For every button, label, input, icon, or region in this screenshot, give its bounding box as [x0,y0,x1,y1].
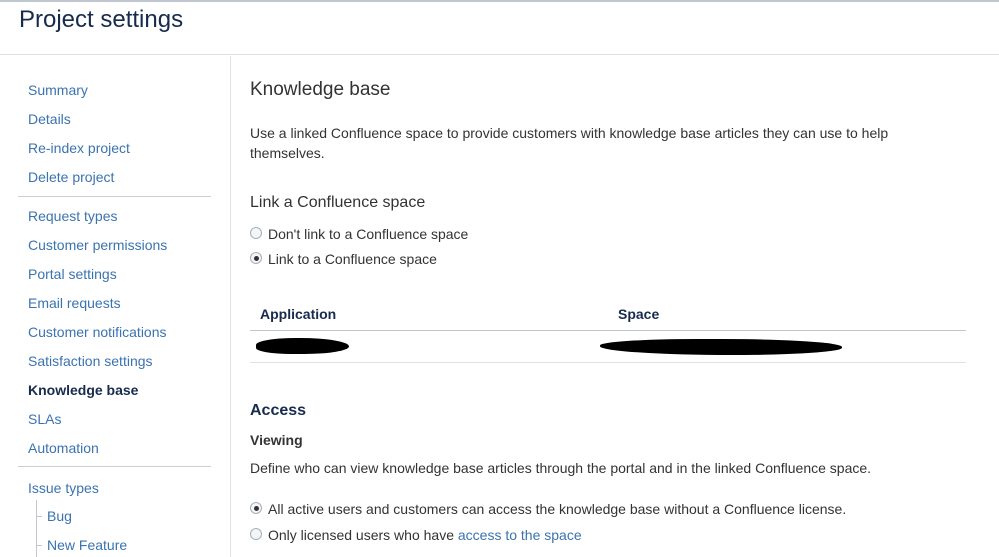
column-header-application: Application [260,306,337,322]
sidebar-item-automation[interactable]: Automation [28,439,99,457]
settings-sidebar: Summary Details Re-index project Delete … [0,56,231,557]
radio-button[interactable] [250,528,262,540]
sidebar-subitem-bug[interactable]: Bug [47,507,72,525]
column-header-space: Space [618,306,660,322]
linked-space-table: Application Space [250,300,966,363]
subnav-tree-line [36,500,37,557]
viewing-title: Viewing [250,432,303,448]
sidebar-item-satisfaction-settings[interactable]: Satisfaction settings [28,352,153,370]
sidebar-item-customer-permissions[interactable]: Customer permissions [28,236,167,254]
sidebar-item-delete-project[interactable]: Delete project [28,168,114,186]
section-title: Knowledge base [250,79,391,100]
sidebar-divider [18,196,211,197]
subnav-tree-tick [36,516,42,517]
radio-button-selected[interactable] [250,252,262,264]
sidebar-item-slas[interactable]: SLAs [28,410,61,428]
sidebar-divider [18,466,211,467]
page-title: Project settings [19,6,184,33]
radio-button-selected[interactable] [250,502,262,514]
sidebar-item-portal-settings[interactable]: Portal settings [28,265,117,283]
radio-label: Don't link to a Confluence space [268,226,469,242]
link-space-title: Link a Confluence space [250,194,426,211]
table-row-divider [250,362,966,363]
viewing-description: Define who can view knowledge base artic… [250,460,872,476]
radio-label: Link to a Confluence space [268,251,437,267]
radio-label-text: Only licensed users who have [268,527,458,543]
subnav-tree-tick [36,545,42,546]
sidebar-item-issue-types[interactable]: Issue types [28,479,99,497]
sidebar-item-request-types[interactable]: Request types [28,207,118,225]
sidebar-item-summary[interactable]: Summary [28,81,88,99]
page-header: Project settings [0,2,999,55]
section-description: Use a linked Confluence space to provide… [250,125,889,161]
radio-button[interactable] [250,227,262,239]
access-title: Access [250,402,307,419]
radio-label: Only licensed users who have access to t… [268,526,582,544]
sidebar-item-details[interactable]: Details [28,110,71,128]
sidebar-subitem-new-feature[interactable]: New Feature [47,536,127,554]
sidebar-item-reindex-project[interactable]: Re-index project [28,139,130,157]
access-to-space-link[interactable]: access to the space [458,527,582,543]
redacted-application [256,338,349,354]
redacted-space [600,339,842,355]
sidebar-item-customer-notifications[interactable]: Customer notifications [28,323,167,341]
sidebar-item-email-requests[interactable]: Email requests [28,294,121,312]
sidebar-item-knowledge-base[interactable]: Knowledge base [28,381,138,399]
radio-label: All active users and customers can acces… [268,501,847,517]
table-header-divider [250,330,966,331]
